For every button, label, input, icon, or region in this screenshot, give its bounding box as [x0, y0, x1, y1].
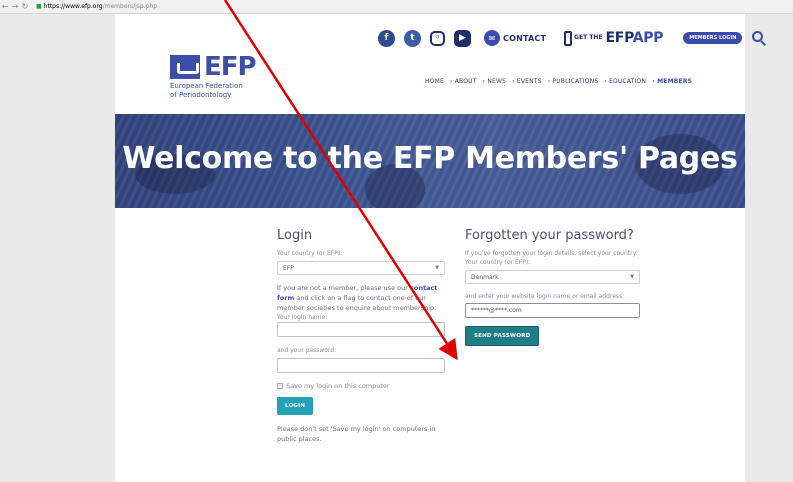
phone-icon — [564, 30, 573, 46]
password-label: and your password: — [277, 347, 337, 354]
login-button[interactable]: LOGIN — [277, 397, 314, 415]
youtube-icon[interactable]: ▶ — [454, 29, 471, 47]
forward-icon[interactable]: → — [10, 0, 20, 14]
login-name-label: Your login name: — [277, 314, 328, 321]
twitter-icon[interactable]: t — [404, 29, 421, 47]
reload-icon[interactable]: ↻ — [20, 0, 30, 14]
save-login-checkbox[interactable]: Save my login on this computer — [277, 382, 445, 390]
login-country-select[interactable]: EFP ▼ — [277, 261, 445, 275]
url-path: /members/jsp.php — [102, 3, 158, 10]
logo-letters: EFP — [204, 52, 257, 82]
contact-link[interactable]: ✉ CONTACT — [484, 30, 546, 46]
save-login-note: Please don't set 'Save my login' on comp… — [277, 425, 436, 443]
banner-title: Welcome to the EFP Members' Pages — [122, 141, 738, 176]
url-host: https://www.efp.org — [43, 3, 103, 10]
login-info-text: If you are not a member, please use our … — [277, 284, 438, 312]
login-name-input[interactable] — [277, 322, 445, 337]
contact-label: CONTACT — [503, 33, 547, 43]
email-label: and enter your website login name or ema… — [465, 293, 625, 300]
social-bar: f t ◦ ▶ ✉ CONTACT GET THE EFPAPP MEMBERS… — [378, 28, 767, 48]
members-login-button[interactable]: MEMBERS LOGIN — [683, 32, 743, 44]
login-country-label: Your country (or EFP): — [277, 250, 343, 257]
login-panel: Login Your country (or EFP): EFP ▼ If you… — [277, 228, 445, 444]
search-icon[interactable] — [752, 31, 767, 46]
hero-banner: Welcome to the EFP Members' Pages — [115, 114, 745, 208]
nav-item-members[interactable]: › MEMBERS — [652, 78, 692, 85]
chevron-down-icon: ▼ — [435, 265, 439, 271]
efp-logo[interactable]: EFP European Federation of Periodontolog… — [170, 52, 257, 100]
address-bar[interactable]: ■ https://www.efp.org/members/jsp.php — [36, 3, 157, 10]
checkbox-icon[interactable] — [277, 383, 283, 389]
nav-item-home[interactable]: HOME — [425, 78, 444, 85]
nav-item-education[interactable]: › EDUCATION — [604, 78, 646, 85]
mail-icon: ✉ — [484, 30, 500, 46]
get-app-link[interactable]: GET THE EFPAPP — [564, 30, 664, 46]
get-the-label: GET THE — [574, 34, 603, 41]
logo-subtitle: European Federation of Periodontology — [170, 82, 243, 99]
forgot-country-select[interactable]: Denmark ▼ — [465, 270, 640, 284]
password-input[interactable] — [277, 358, 445, 373]
facebook-icon[interactable]: f — [378, 29, 395, 47]
email-input[interactable]: ******@****.com — [465, 303, 640, 318]
forgot-country-label: Your country (or EFP): — [465, 259, 531, 266]
right-gutter — [745, 14, 793, 482]
nav-item-news[interactable]: › NEWS — [483, 78, 507, 85]
main-nav: HOME › ABOUT › NEWS › EVENTS › PUBLICATI… — [425, 78, 698, 85]
logo-mark-icon — [170, 55, 200, 79]
forgot-password-panel: Forgotten your password? If you've forgo… — [465, 228, 640, 346]
browser-toolbar: ← → ↻ ■ https://www.efp.org/members/jsp.… — [0, 0, 793, 14]
back-icon[interactable]: ← — [0, 0, 10, 14]
send-password-button[interactable]: SEND PASSWORD — [465, 326, 540, 346]
chevron-down-icon: ▼ — [630, 274, 634, 280]
lock-icon: ■ — [36, 3, 42, 10]
login-heading: Login — [277, 228, 313, 243]
nav-item-publications[interactable]: › PUBLICATIONS — [548, 78, 599, 85]
forgot-intro: If you've forgotten your login details, … — [465, 250, 638, 257]
nav-item-events[interactable]: › EVENTS — [512, 78, 542, 85]
app-name: EFPAPP — [605, 30, 664, 46]
left-gutter — [0, 14, 115, 482]
instagram-icon[interactable]: ◦ — [430, 30, 445, 46]
forgot-heading: Forgotten your password? — [465, 228, 634, 243]
nav-item-about[interactable]: › ABOUT — [450, 78, 477, 85]
